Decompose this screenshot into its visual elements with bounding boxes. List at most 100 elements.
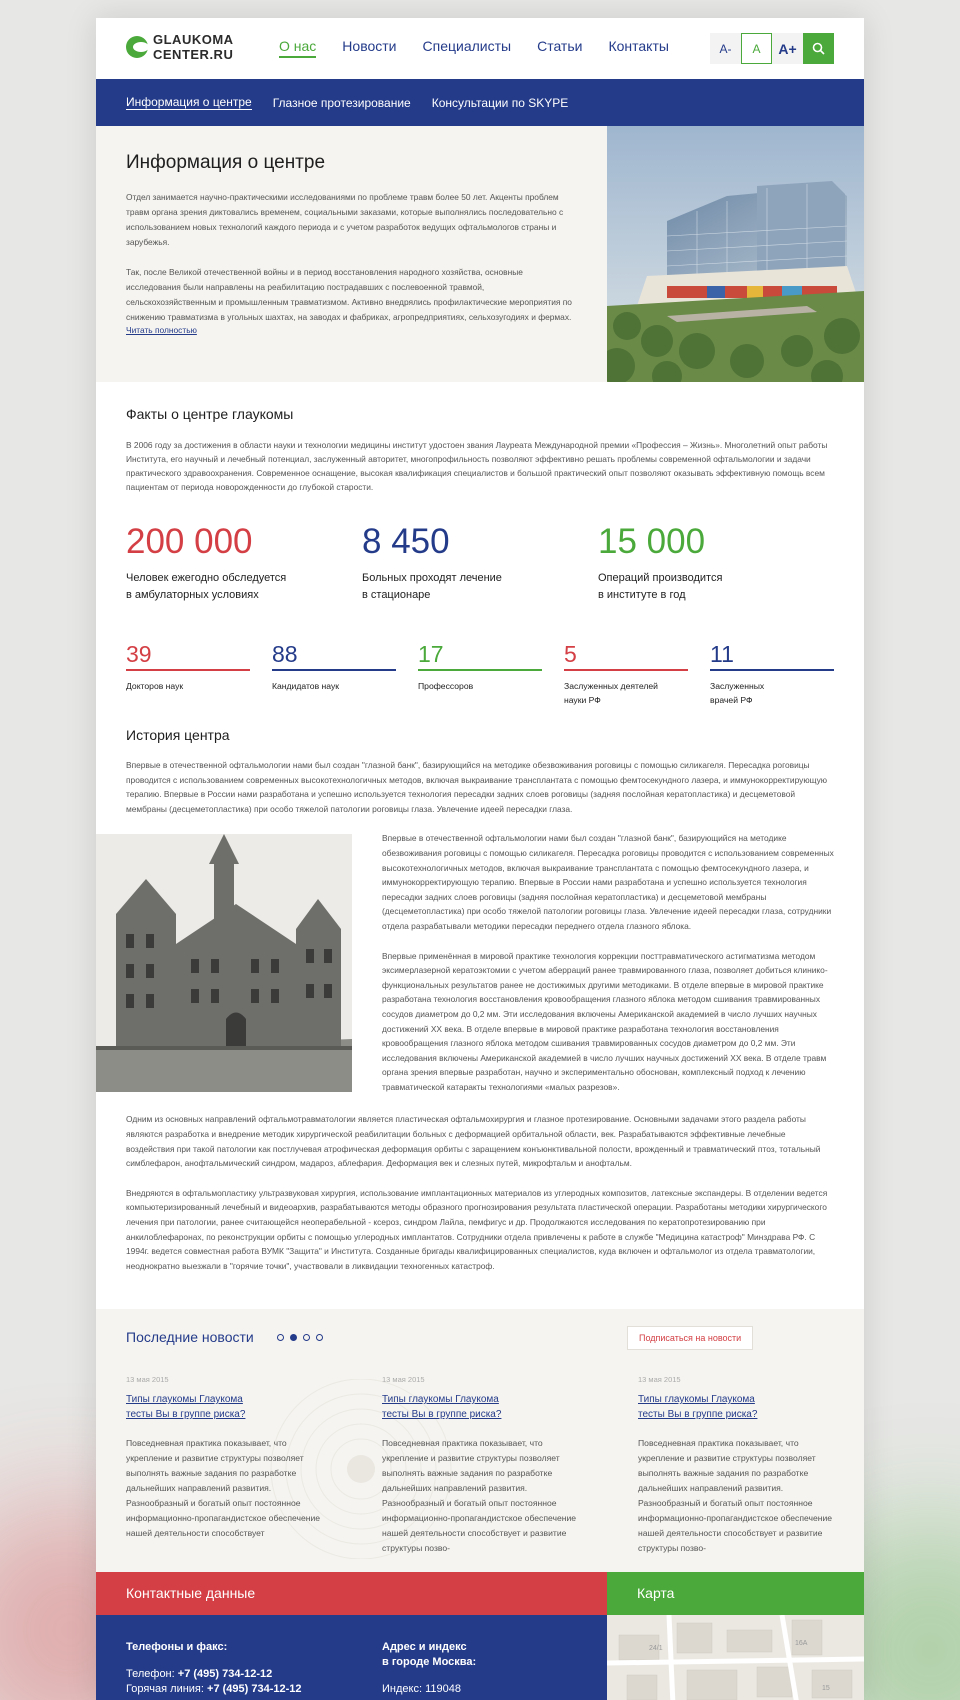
stat-label: Человек ежегодно обследуется [126,572,287,584]
stat-label: в стационаре [362,589,431,601]
news-item: 13 мая 2015 Типы глаукомы Глаукома тесты … [638,1375,833,1556]
stat-label: врачей РФ [710,695,753,705]
news-item: 13 мая 2015 Типы глаукомы Глаукома тесты … [126,1375,321,1541]
map-widget[interactable]: 24/1 16A 15 [607,1615,864,1700]
hero-paragraph-1: Отдел занимается научно-практическими ис… [126,192,564,247]
stat-value: 5 [564,641,577,667]
phone-number[interactable]: +7 (495) 734-12-12 [178,1668,272,1680]
history-paragraph-3: Внедряются в офтальмопластику ультразвук… [126,1187,828,1271]
stat-value: 88 [272,641,298,667]
news-item: 13 мая 2015 Типы глаукомы Глаукома тесты … [382,1375,577,1556]
historic-building-photo [96,834,352,1093]
nav-about[interactable]: О нас [279,38,317,58]
stat-value: 8 450 [362,522,450,561]
history-paragraph-2: Одним из основных направлений офтальмотр… [126,1114,821,1169]
news-excerpt: Повседневная практика показывает, что ук… [638,1438,833,1553]
history-paragraph-1: Впервые в отечественной офтальмологии на… [126,760,828,814]
carousel-dot[interactable] [302,1333,310,1341]
logo[interactable]: GLAUKOMA CENTER.RU [126,32,234,62]
news-date: 13 мая 2015 [126,1375,169,1384]
logo-line-1: GLAUKOMA [153,32,234,47]
header: GLAUKOMA CENTER.RU О нас Новости Специал… [96,18,864,79]
font-decrease-button[interactable]: A- [710,33,741,64]
stat-label: Больных проходят лечение [362,572,502,584]
stats-row: 200 000 Человек ежегодно обследуется в ам… [126,522,834,604]
stat-label: в амбулаторных условиях [126,589,259,601]
font-increase-button[interactable]: A+ [772,33,803,64]
subscribe-news-button[interactable]: Подписаться на новости [627,1326,754,1350]
stat-inpatients: 8 450 Больных проходят лечение в стациона… [362,522,598,604]
stat-operations: 15 000 Операций производится в институте … [598,522,834,604]
news-excerpt: Повседневная практика показывает, что ук… [126,1438,321,1538]
history-continued: Одним из основных направлений офтальмотр… [96,1092,864,1273]
nav-specialists[interactable]: Специалисты [423,38,512,58]
page: GLAUKOMA CENTER.RU О нас Новости Специал… [96,18,864,1700]
stat-underline [418,669,542,671]
news-excerpt: Повседневная практика показывает, что ук… [382,1438,577,1553]
page-title: Информация о центре [126,152,326,173]
stat-label: Докторов наук [126,681,184,691]
contacts-body: Телефоны и факс: Телефон: +7 (495) 734-1… [96,1615,607,1700]
stat-honored-scientists: 5 Заслуженных деятелей науки РФ [564,641,688,707]
phone-label: Телефон: [126,1668,175,1680]
news-section: Последние новости Подписаться на новости… [96,1309,864,1572]
search-icon [812,42,825,55]
stat-label: Заслуженных [710,681,765,691]
stat-candidates: 88 Кандидатов наук [272,641,396,707]
map-label: 16A [795,1640,808,1647]
stat-underline [272,669,396,671]
carousel-dot[interactable] [315,1333,323,1341]
facts-paragraph: В 2006 году за достижения в области наук… [126,440,828,492]
search-button[interactable] [803,33,834,64]
hero: Информация о центре Отдел занимается нау… [96,126,864,382]
stat-underline [126,669,250,671]
stat-label: Заслуженных деятелей [564,681,658,691]
stat-underline [564,669,688,671]
news-title-link[interactable]: Типы глаукомы Глаукома тесты Вы в группе … [126,1392,321,1422]
facts-section: Факты о центре глаукомы В 2006 году за д… [96,382,864,707]
history-side-paragraph-2: Впервые применённая в мировой практике т… [382,950,828,1092]
map-label: 24/1 [649,1645,663,1652]
sub-nav: Информация о центре Глазное протезирован… [96,79,864,126]
nav-articles[interactable]: Статьи [537,38,582,58]
contacts-bar: Контактные данные Карта [96,1572,864,1615]
stat-value: 39 [126,641,152,667]
stat-value: 15 000 [598,522,706,561]
hotline-number[interactable]: +7 (495) 734-12-12 [207,1683,301,1695]
history-side-paragraph-1: Впервые в отечественной офтальмологии на… [382,833,834,931]
history-media-block: Впервые в отечественной офтальмологии на… [96,833,864,1093]
subnav-prosthetics[interactable]: Глазное протезирование [273,96,411,110]
address-title: Адрес и индекс в городе Москва: [382,1641,477,1668]
stat-professors: 17 Профессоров [418,641,542,707]
stat-value: 11 [710,641,734,667]
news-title: Последние новости [126,1329,254,1345]
hotline-label: Горячая линия: [126,1683,204,1695]
stat-value: 17 [418,641,444,667]
stat-underline [710,669,834,671]
font-normal-button[interactable]: A [741,33,772,64]
news-title-link[interactable]: Типы глаукомы Глаукома тесты Вы в группе … [382,1392,577,1422]
stat-label: в институте в год [598,589,686,601]
subnav-skype[interactable]: Консультации по SKYPE [432,96,569,110]
stat-honored-doctors: 11 Заслуженных врачей РФ [710,641,834,707]
font-size-controls: A- A A+ [710,33,834,64]
map-title: Карта [607,1572,864,1615]
stat-label: Профессоров [418,681,474,691]
main-nav: О нас Новости Специалисты Статьи Контакт… [279,38,695,58]
staff-stats-row: 39 Докторов наук 88 Кандидатов наук 17 П… [126,641,834,707]
carousel-dot[interactable] [276,1333,284,1341]
stat-doctors-of-science: 39 Докторов наук [126,641,250,707]
news-title-link[interactable]: Типы глаукомы Глаукома тесты Вы в группе … [638,1392,833,1422]
stat-examinations: 200 000 Человек ежегодно обследуется в ам… [126,522,362,604]
carousel-dot-active[interactable] [289,1333,297,1341]
subnav-info[interactable]: Информация о центре [126,95,252,110]
nav-contacts[interactable]: Контакты [608,38,668,58]
news-date: 13 мая 2015 [382,1375,425,1384]
history-title: История центра [126,727,230,743]
read-more-link[interactable]: Читать полностью [126,325,574,335]
stat-value: 200 000 [126,522,253,561]
nav-news[interactable]: Новости [342,38,396,58]
history-section: История центра Впервые в отечественной о… [96,707,864,816]
stat-label: Операций производится [598,572,723,584]
phones-title: Телефоны и факс: [126,1641,228,1653]
